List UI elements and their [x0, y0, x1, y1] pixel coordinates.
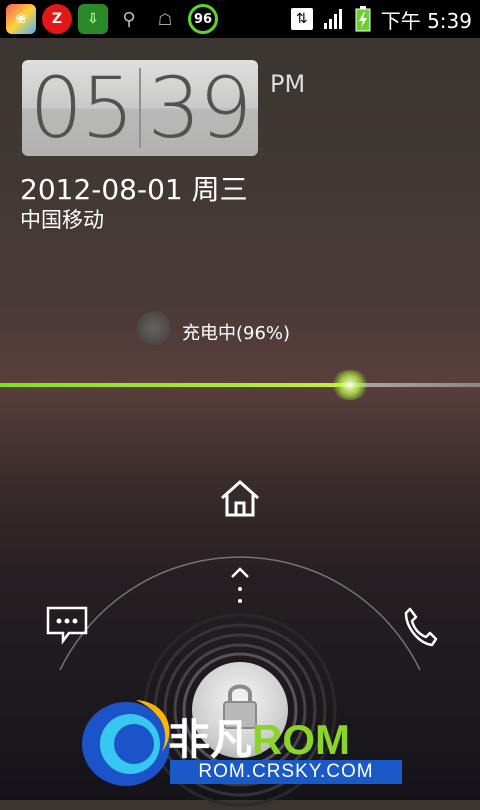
data-sync-icon: ⇅ [290, 8, 313, 30]
watermark-brand: 非凡ROM [168, 706, 350, 767]
clock-widget: 05 39 [22, 59, 258, 157]
app-icon-z: Z [42, 4, 72, 34]
phone-icon[interactable] [402, 605, 438, 647]
status-bar: ❀ Z ⇩ ⚲ ☖ 96 ⇅ 下午 5:39 [0, 0, 480, 38]
watermark-url: ROM.CRSKY.COM [170, 760, 402, 784]
battery-circle-icon: 96 [188, 4, 218, 34]
home-icon[interactable] [218, 478, 262, 518]
app-icon-colorful: ❀ [6, 4, 36, 34]
signal-icon [323, 9, 342, 29]
download-icon: ⇩ [78, 4, 108, 34]
charging-glow [330, 370, 370, 400]
date-text: 2012-08-01 周三 [20, 173, 248, 206]
charging-status: 充电中(96%) [182, 323, 291, 344]
watermark-brand-en: ROM [252, 716, 351, 763]
clock-minutes: 39 [147, 59, 253, 157]
watermark-brand-cn: 非凡 [168, 715, 253, 764]
status-time: 下午 5:39 [380, 8, 472, 33]
android-icon: ☖ [157, 9, 173, 29]
up-arrow-icon[interactable] [228, 565, 252, 607]
clock-ampm: PM [270, 70, 306, 98]
message-icon[interactable] [45, 605, 89, 645]
battery-icon [355, 6, 371, 32]
clock-hours: 05 [29, 59, 135, 157]
usb-icon: ⚲ [122, 8, 136, 30]
charging-progress-bar [0, 383, 480, 387]
charging-indicator [137, 311, 171, 345]
carrier-text: 中国移动 [20, 208, 104, 232]
